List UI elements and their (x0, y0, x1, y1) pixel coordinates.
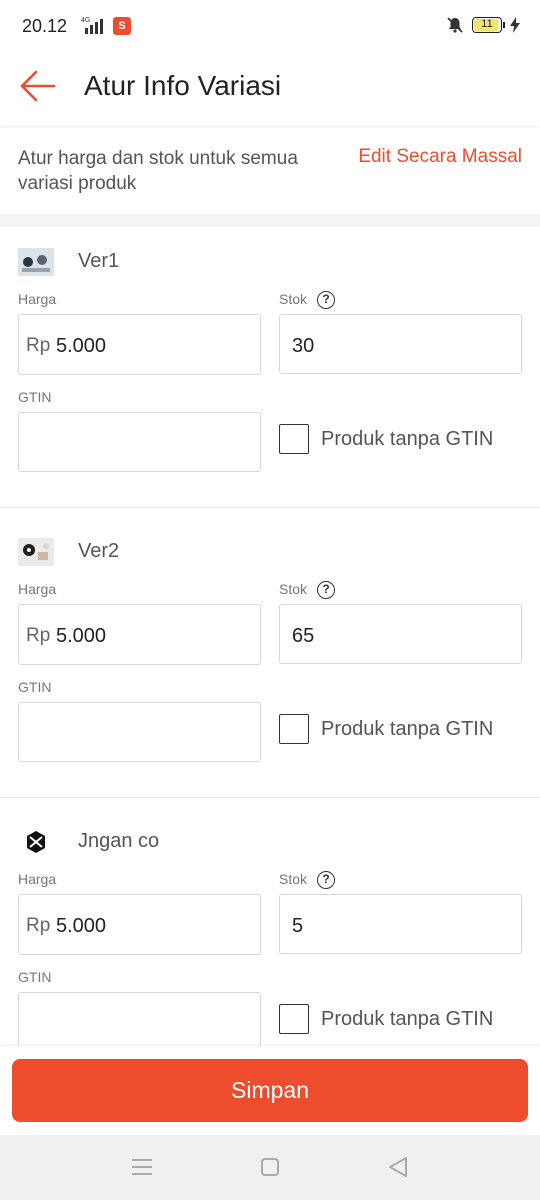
currency-prefix: Rp (26, 915, 51, 936)
variant-name: Ver2 (78, 540, 120, 562)
network-type: 4G (81, 17, 90, 24)
stock-value: 65 (292, 625, 315, 647)
stock-label: Stok? (279, 581, 336, 600)
no-gtin-checkbox[interactable] (279, 714, 309, 744)
stock-value: 30 (292, 335, 315, 357)
variant-thumbnail (18, 248, 54, 276)
app-bar: Atur Info Variasi (0, 52, 540, 126)
gtin-input[interactable] (18, 702, 261, 762)
question-circle-icon[interactable]: ? (317, 581, 336, 600)
stock-input[interactable]: 30 (279, 314, 522, 374)
stock-input[interactable]: 65 (279, 604, 522, 664)
price-input[interactable]: Rp 5.000 (18, 894, 261, 955)
gtin-label: GTIN (18, 969, 52, 985)
price-value: 5.000 (56, 335, 107, 357)
stock-input[interactable]: 5 (279, 894, 522, 954)
stock-label-text: Stok (279, 871, 308, 887)
bottom-action-bar: Simpan (0, 1046, 540, 1135)
no-gtin-checkbox[interactable] (279, 1004, 309, 1034)
charging-icon (510, 17, 520, 33)
stock-label-text: Stok (279, 291, 308, 307)
gtin-label: GTIN (18, 679, 52, 695)
home-square-icon[interactable] (258, 1155, 282, 1179)
stock-label-text: Stok (279, 581, 308, 597)
no-gtin-label[interactable]: Produk tanpa GTIN (321, 718, 493, 741)
status-bar: 20.12 4G S 11 (0, 0, 540, 52)
status-right: 11 (446, 16, 520, 34)
price-label: Harga (18, 871, 57, 887)
system-nav-bar (0, 1135, 540, 1200)
variant-card: Ver1 Harga Stok? Rp 5.000 30 GTIN Produk… (0, 228, 540, 508)
gtin-input[interactable] (18, 992, 261, 1052)
gtin-label: GTIN (18, 389, 52, 405)
battery-icon: 11 (472, 17, 505, 33)
battery-level: 11 (481, 18, 493, 30)
gtin-input[interactable] (18, 412, 261, 472)
back-triangle-icon[interactable] (386, 1155, 410, 1179)
mute-bell-icon (447, 17, 463, 33)
price-value: 5.000 (56, 625, 107, 647)
question-circle-icon[interactable]: ? (317, 871, 336, 890)
price-input[interactable]: Rp 5.000 (18, 604, 261, 665)
signal-icon: 4G (81, 17, 103, 34)
price-label: Harga (18, 581, 57, 597)
stock-label: Stok? (279, 291, 336, 310)
intro-text: Atur harga dan stok untuk semua variasi … (18, 148, 298, 194)
variant-card: Ver2 Harga Stok? Rp 5.000 65 GTIN Produk… (0, 518, 540, 798)
arrow-left-icon[interactable] (18, 68, 58, 104)
question-circle-icon[interactable]: ? (317, 291, 336, 310)
variant-name: Ver1 (78, 250, 120, 272)
stock-value: 5 (292, 915, 304, 937)
no-gtin-checkbox[interactable] (279, 424, 309, 454)
shop-notification-icon: S (113, 17, 131, 35)
no-gtin-label[interactable]: Produk tanpa GTIN (321, 428, 493, 451)
menu-icon[interactable] (130, 1155, 154, 1179)
variant-thumbnail (18, 538, 54, 566)
intro-section: Atur harga dan stok untuk semua variasi … (0, 128, 540, 214)
save-button[interactable]: Simpan (12, 1059, 528, 1122)
status-time: 20.12 (22, 16, 68, 36)
no-gtin-label[interactable]: Produk tanpa GTIN (321, 1008, 493, 1031)
price-input[interactable]: Rp 5.000 (18, 314, 261, 375)
currency-prefix: Rp (26, 625, 51, 646)
variant-name: Jngan co (78, 830, 160, 852)
mass-edit-link[interactable]: Edit Secara Massal (358, 146, 522, 168)
price-value: 5.000 (56, 915, 107, 937)
stock-label: Stok? (279, 871, 336, 890)
page-title: Atur Info Variasi (84, 70, 282, 101)
price-label: Harga (18, 291, 57, 307)
section-divider (0, 214, 540, 227)
currency-prefix: Rp (26, 335, 51, 356)
variant-thumbnail (18, 828, 54, 856)
